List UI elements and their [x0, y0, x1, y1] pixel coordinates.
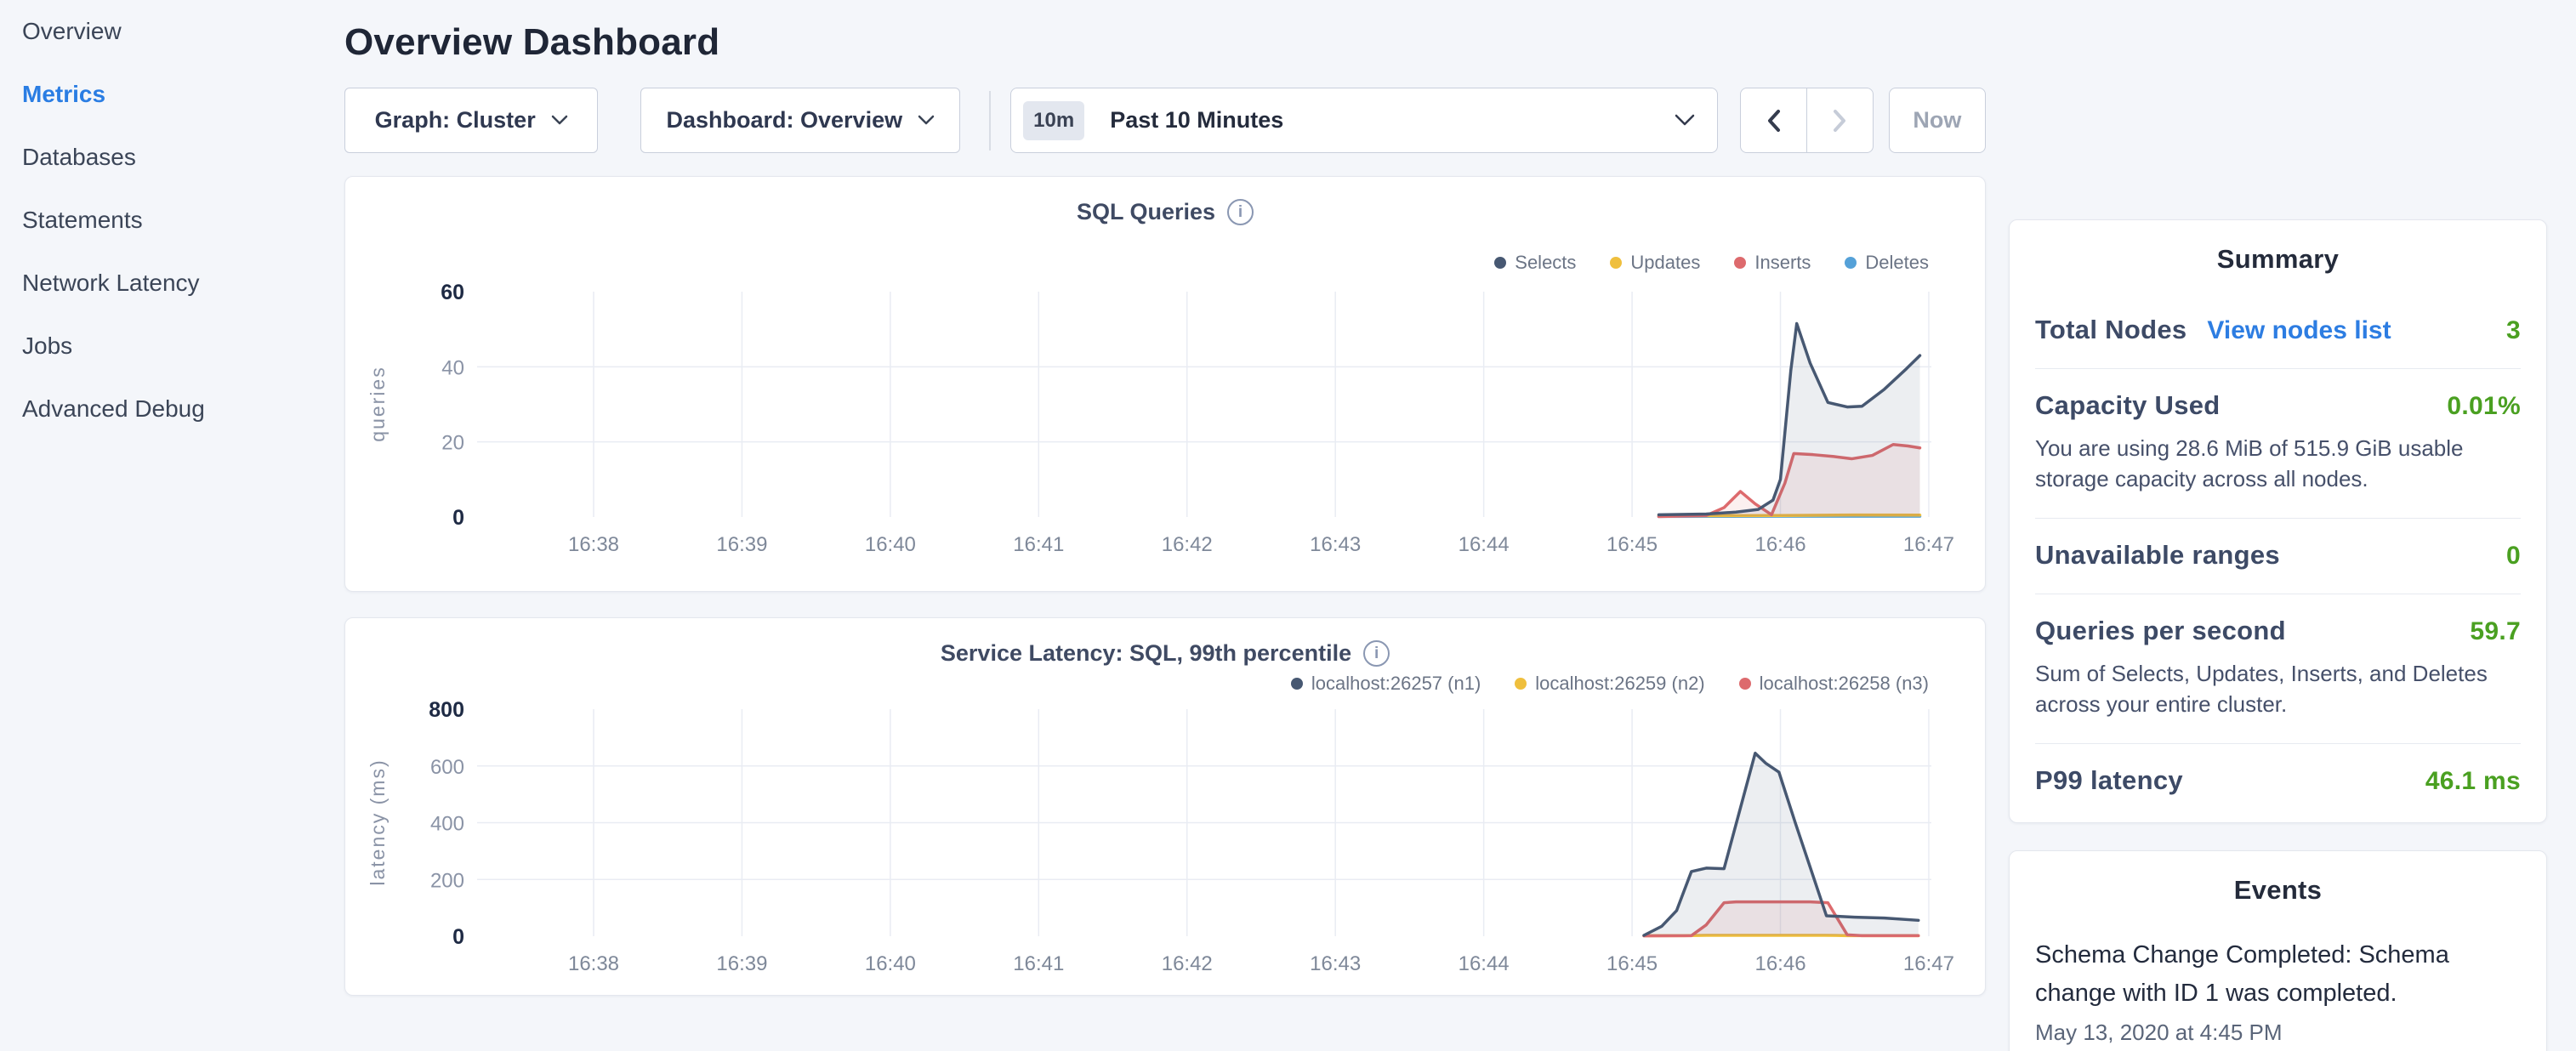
svg-text:400: 400	[430, 813, 464, 836]
summary-row-value: 59.7	[2470, 617, 2521, 646]
summary-row-unavailable-ranges: Unavailable ranges 0	[2035, 518, 2521, 594]
summary-row-description: You are using 28.6 MiB of 515.9 GiB usab…	[2035, 433, 2521, 495]
svg-text:16:41: 16:41	[1013, 533, 1064, 556]
svg-text:16:39: 16:39	[716, 952, 767, 975]
dashboard-dropdown[interactable]: Dashboard: Overview	[640, 88, 960, 153]
time-next-button[interactable]	[1806, 88, 1873, 152]
time-pager	[1740, 88, 1874, 153]
sidebar-item-overview[interactable]: Overview	[22, 0, 333, 63]
sidebar-item-databases[interactable]: Databases	[22, 126, 333, 189]
graph-scope-label: Graph: Cluster	[375, 107, 536, 134]
svg-text:20: 20	[441, 432, 464, 455]
sidebar: Overview Metrics Databases Statements Ne…	[0, 0, 333, 440]
events-title: Events	[2035, 875, 2521, 906]
sql-queries-chart-card: SQL Queries i SelectsUpdatesInsertsDelet…	[344, 176, 1986, 592]
chevron-down-icon	[551, 115, 568, 126]
event-timestamp: May 13, 2020 at 4:45 PM	[2035, 1020, 2521, 1046]
summary-row-total-nodes: Total Nodes View nodes list 3	[2035, 293, 2521, 368]
event-item[interactable]: Schema Change Completed: Schema change w…	[2035, 936, 2521, 1046]
events-card: Events Schema Change Completed: Schema c…	[2009, 850, 2547, 1051]
summary-row-queries-per-second: Queries per second 59.7 Sum of Selects, …	[2035, 594, 2521, 743]
svg-text:16:44: 16:44	[1459, 533, 1510, 556]
graph-scope-dropdown[interactable]: Graph: Cluster	[344, 88, 598, 153]
time-prev-button[interactable]	[1741, 88, 1806, 152]
svg-text:16:40: 16:40	[865, 952, 916, 975]
svg-text:16:46: 16:46	[1754, 533, 1805, 556]
summary-row-label: Total Nodes	[2035, 315, 2186, 345]
sidebar-item-metrics[interactable]: Metrics	[22, 63, 333, 126]
summary-row-label: P99 latency	[2035, 765, 2183, 796]
divider	[989, 91, 991, 151]
svg-text:16:47: 16:47	[1903, 533, 1954, 556]
right-panel: Summary Total Nodes View nodes list 3 Ca…	[2009, 219, 2547, 1051]
svg-text:16:38: 16:38	[568, 533, 619, 556]
sidebar-item-advanced-debug[interactable]: Advanced Debug	[22, 378, 333, 440]
summary-row-description: Sum of Selects, Updates, Inserts, and De…	[2035, 658, 2521, 720]
svg-text:600: 600	[430, 756, 464, 779]
svg-text:60: 60	[441, 281, 464, 304]
page-title: Overview Dashboard	[344, 21, 1986, 64]
svg-text:16:47: 16:47	[1903, 952, 1954, 975]
sql-queries-plot[interactable]: 16:38 16:39 16:40 16:41 16:42 16:43 16:44 16:45…	[345, 177, 1987, 593]
svg-text:40: 40	[441, 356, 464, 379]
summary-row-value: 0	[2506, 542, 2521, 571]
dashboard-label: Dashboard: Overview	[667, 107, 903, 134]
summary-row-label: Queries per second	[2035, 616, 2286, 646]
summary-card: Summary Total Nodes View nodes list 3 Ca…	[2009, 219, 2547, 823]
svg-text:16:45: 16:45	[1606, 533, 1658, 556]
svg-text:16:42: 16:42	[1162, 533, 1213, 556]
chevron-down-icon	[1675, 114, 1695, 127]
svg-text:16:38: 16:38	[568, 952, 619, 975]
svg-text:16:42: 16:42	[1162, 952, 1213, 975]
time-range-label: Past 10 Minutes	[1110, 107, 1283, 134]
svg-text:16:43: 16:43	[1310, 952, 1361, 975]
summary-title: Summary	[2035, 244, 2521, 275]
time-range-select[interactable]: 10m Past 10 Minutes	[1010, 88, 1718, 153]
service-latency-chart-card: Service Latency: SQL, 99th percentile i …	[344, 617, 1986, 996]
svg-text:16:46: 16:46	[1754, 952, 1805, 975]
svg-text:800: 800	[429, 698, 464, 722]
event-message: Schema Change Completed: Schema change w…	[2035, 936, 2465, 1013]
main-content: Overview Dashboard Graph: Cluster Dashbo…	[344, 0, 1986, 996]
summary-row-value: 3	[2506, 316, 2521, 345]
svg-text:latency (ms): latency (ms)	[367, 758, 389, 885]
svg-text:16:39: 16:39	[716, 533, 767, 556]
svg-text:0: 0	[452, 925, 464, 949]
view-nodes-link[interactable]: View nodes list	[2207, 316, 2391, 345]
svg-text:200: 200	[430, 869, 464, 892]
summary-row-label: Unavailable ranges	[2035, 540, 2280, 571]
summary-row-value: 0.01%	[2447, 392, 2521, 421]
service-latency-plot[interactable]: 16:38 16:39 16:40 16:41 16:42 16:43 16:44 16:45…	[345, 618, 1987, 997]
svg-text:16:41: 16:41	[1013, 952, 1064, 975]
svg-text:16:43: 16:43	[1310, 533, 1361, 556]
summary-row-capacity-used: Capacity Used 0.01% You are using 28.6 M…	[2035, 368, 2521, 518]
svg-text:0: 0	[452, 506, 464, 530]
summary-row-value: 46.1 ms	[2425, 767, 2521, 796]
svg-text:16:44: 16:44	[1459, 952, 1510, 975]
time-range-badge: 10m	[1023, 101, 1084, 140]
summary-row-p99-latency: P99 latency 46.1 ms	[2035, 743, 2521, 819]
sidebar-item-statements[interactable]: Statements	[22, 189, 333, 252]
summary-row-label: Capacity Used	[2035, 390, 2221, 421]
svg-text:16:40: 16:40	[865, 533, 916, 556]
svg-text:16:45: 16:45	[1606, 952, 1658, 975]
sidebar-item-network-latency[interactable]: Network Latency	[22, 252, 333, 315]
sidebar-item-jobs[interactable]: Jobs	[22, 315, 333, 378]
chevron-down-icon	[918, 115, 935, 126]
controls-row: Graph: Cluster Dashboard: Overview 10m P…	[344, 88, 1986, 153]
svg-text:queries: queries	[367, 366, 389, 441]
now-button[interactable]: Now	[1889, 88, 1986, 153]
summary-body: Total Nodes View nodes list 3 Capacity U…	[2035, 293, 2521, 819]
